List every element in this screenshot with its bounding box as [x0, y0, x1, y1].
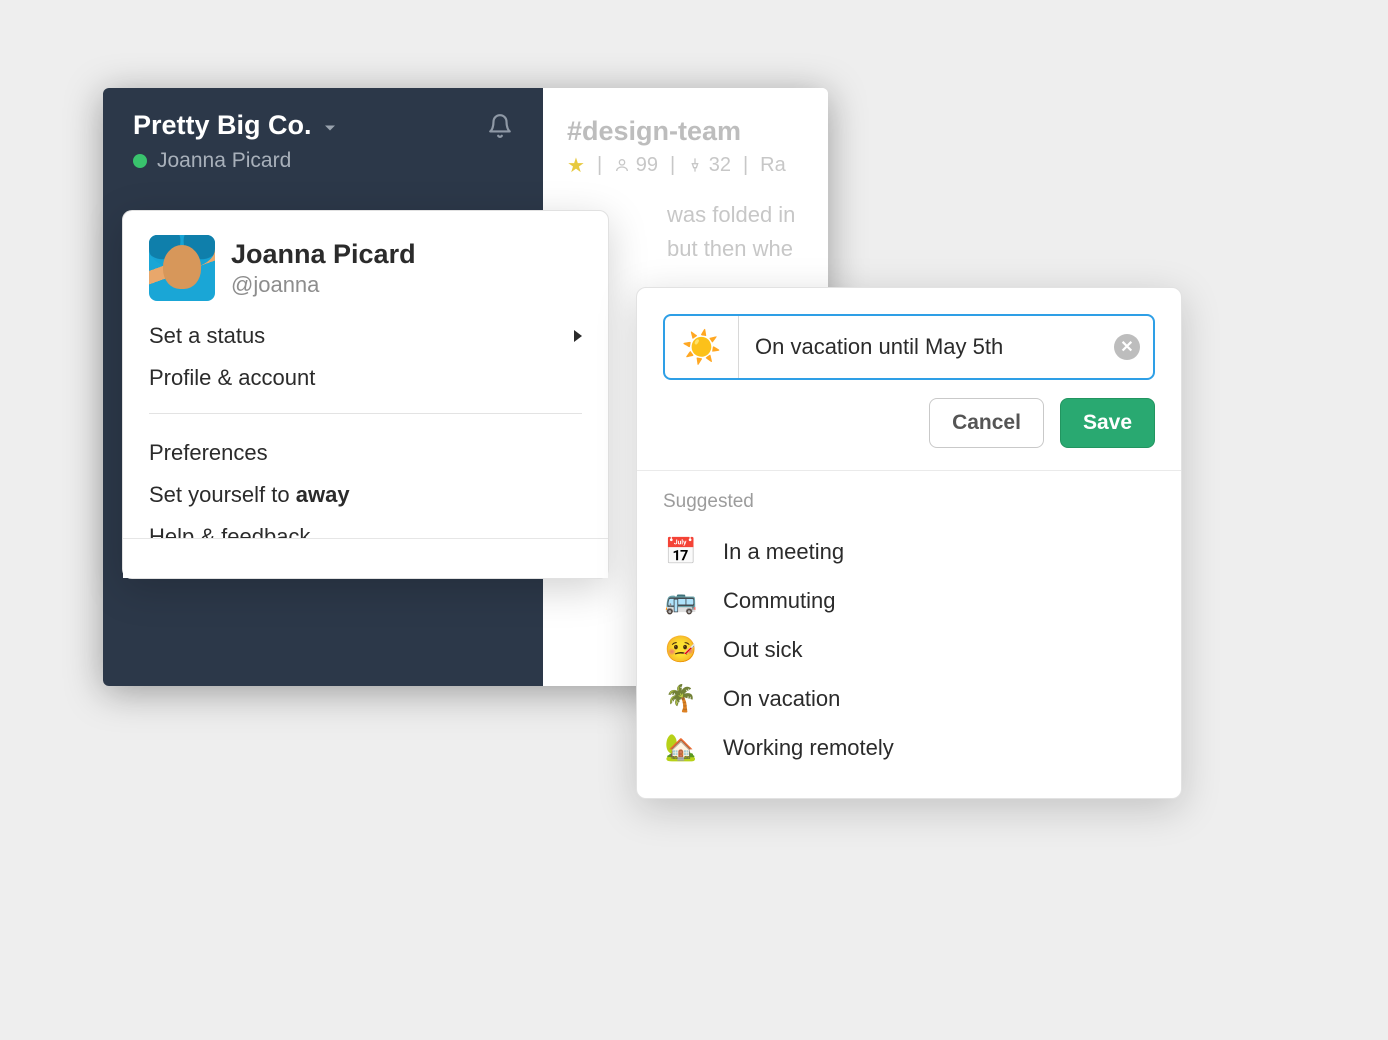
suggested-commuting[interactable]: 🚌 Commuting — [663, 576, 1155, 625]
sidebar-header: Pretty Big Co. Joanna Picard — [103, 88, 543, 173]
close-icon: ✕ — [1114, 334, 1140, 360]
status-modal: ☀️ ✕ Cancel Save Suggested 📅 In a meetin… — [636, 287, 1182, 799]
suggested-out-sick[interactable]: 🤒 Out sick — [663, 625, 1155, 674]
user-menu: Joanna Picard @joanna Set a status Profi… — [122, 210, 609, 579]
message-preview: was folded in but then whe — [667, 198, 804, 266]
status-text-input[interactable] — [739, 316, 1101, 378]
status-input-group: ☀️ ✕ — [663, 314, 1155, 380]
palm-tree-icon: 🌴 — [663, 683, 699, 714]
suggested-label-text: Out sick — [723, 637, 802, 663]
meta-divider: | — [743, 154, 748, 177]
menu-profile-account[interactable]: Profile & account — [123, 357, 608, 399]
suggested-label-text: In a meeting — [723, 539, 844, 565]
avatar — [149, 235, 215, 301]
current-user-row[interactable]: Joanna Picard — [133, 149, 513, 173]
chevron-down-icon — [324, 121, 336, 137]
menu-divider — [149, 413, 582, 414]
suggested-label-text: Commuting — [723, 588, 835, 614]
status-emoji-picker[interactable]: ☀️ — [665, 316, 739, 378]
sick-face-icon: 🤒 — [663, 634, 699, 665]
clear-status-button[interactable]: ✕ — [1101, 316, 1153, 378]
suggested-on-vacation[interactable]: 🌴 On vacation — [663, 674, 1155, 723]
pin-count[interactable]: 32 — [687, 154, 731, 177]
bus-icon: 🚌 — [663, 585, 699, 616]
suggested-heading: Suggested — [637, 471, 1181, 527]
star-icon[interactable]: ★ — [567, 153, 585, 178]
menu-footer — [123, 538, 608, 578]
workspace-switcher[interactable]: Pretty Big Co. — [133, 110, 336, 141]
suggested-label-text: Working remotely — [723, 735, 894, 761]
modal-actions: Cancel Save — [637, 398, 1181, 470]
member-count[interactable]: 99 — [614, 154, 658, 177]
cancel-button[interactable]: Cancel — [929, 398, 1044, 448]
suggested-label-text: On vacation — [723, 686, 840, 712]
suggested-in-a-meeting[interactable]: 📅 In a meeting — [663, 527, 1155, 576]
menu-user-handle: @joanna — [231, 272, 416, 298]
topic-fragment: Ra — [760, 154, 786, 177]
menu-user-name: Joanna Picard — [231, 239, 416, 270]
meta-divider: | — [670, 154, 675, 177]
suggested-list: 📅 In a meeting 🚌 Commuting 🤒 Out sick 🌴 … — [637, 527, 1181, 798]
chevron-right-icon — [572, 323, 584, 349]
channel-title: #design-team — [567, 116, 804, 147]
bell-icon[interactable] — [487, 113, 513, 139]
user-header: Joanna Picard @joanna — [123, 211, 608, 315]
menu-set-status[interactable]: Set a status — [123, 315, 608, 357]
sun-icon: ☀️ — [682, 328, 722, 366]
meta-divider: | — [597, 154, 602, 177]
current-user-name: Joanna Picard — [157, 149, 291, 173]
house-icon: 🏡 — [663, 732, 699, 763]
presence-active-icon — [133, 154, 147, 168]
workspace-name: Pretty Big Co. — [133, 110, 312, 141]
calendar-icon: 📅 — [663, 536, 699, 567]
menu-preferences[interactable]: Preferences — [123, 432, 608, 474]
suggested-working-remotely[interactable]: 🏡 Working remotely — [663, 723, 1155, 772]
channel-meta: ★ | 99 | 32 | Ra — [567, 153, 804, 178]
menu-set-away[interactable]: Set yourself to away — [123, 474, 608, 516]
save-button[interactable]: Save — [1060, 398, 1155, 448]
